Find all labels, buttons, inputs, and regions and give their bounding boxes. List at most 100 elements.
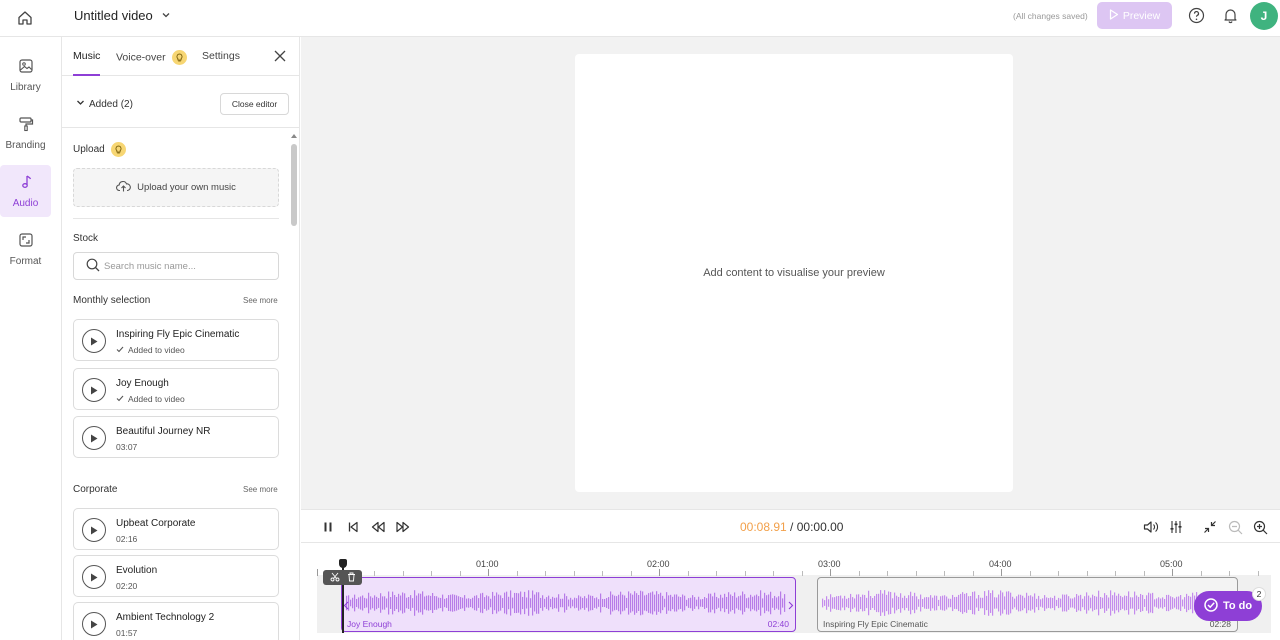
close-editor-button[interactable]: Close editor — [220, 93, 289, 115]
play-button[interactable] — [82, 565, 106, 589]
waveform-bar — [1166, 594, 1168, 612]
waveform-bar — [618, 594, 620, 612]
waveform-bar — [670, 594, 672, 612]
zoom-in-icon[interactable] — [1252, 519, 1268, 535]
fast-forward-icon[interactable] — [395, 519, 411, 535]
waveform-bar — [688, 598, 690, 608]
collapse-icon[interactable] — [1202, 519, 1218, 535]
waveform-bar — [980, 597, 982, 609]
waveform-bar — [974, 591, 976, 615]
waveform-bar — [560, 598, 562, 608]
track-item[interactable]: Inspiring Fly Epic Cinematic Added to vi… — [73, 319, 279, 361]
waveform-bar — [1192, 592, 1194, 614]
waveform-bar — [962, 592, 964, 614]
playhead-handle[interactable] — [339, 559, 347, 568]
waveform-bar — [1184, 597, 1186, 609]
waveform-bar — [1148, 592, 1150, 614]
rail-item-library[interactable]: Library — [0, 49, 51, 101]
track-status: Added to video — [116, 345, 185, 355]
bell-icon[interactable] — [1222, 7, 1239, 24]
chevron-right-icon[interactable] — [788, 598, 794, 613]
chevron-down-icon — [161, 8, 171, 23]
waveform-bar — [624, 595, 626, 611]
rail-item-branding[interactable]: Branding — [0, 107, 51, 159]
waveform-bar — [1048, 598, 1050, 608]
waveform-bar — [842, 598, 844, 608]
audio-clip-inspiring-fly[interactable]: Inspiring Fly Epic Cinematic 02:28 — [817, 577, 1238, 632]
waveform-bar — [1122, 597, 1124, 609]
play-button[interactable] — [82, 378, 106, 402]
preview-canvas[interactable]: Add content to visualise your preview — [575, 54, 1013, 492]
panel-scrollbar[interactable] — [291, 134, 297, 264]
timecode: 00:08.91 / 00:00.00 — [740, 520, 843, 534]
waveform-bar — [1084, 596, 1086, 610]
track-item[interactable]: Beautiful Journey NR 03:07 — [73, 416, 279, 458]
play-button[interactable] — [82, 518, 106, 542]
waveform-bar — [514, 592, 516, 614]
waveform-bar — [682, 594, 684, 612]
track-item[interactable]: Joy Enough Added to video — [73, 368, 279, 410]
scrollbar-thumb[interactable] — [291, 144, 297, 226]
see-more-link[interactable]: See more — [243, 296, 278, 305]
timeline-ruler[interactable]: 01:00 02:00 03:00 04:00 05:00 — [317, 543, 1271, 577]
audio-clip-joy-enough[interactable]: Joy Enough 02:40 — [341, 577, 796, 632]
waveform-bar — [478, 598, 480, 608]
waveform-bar — [534, 594, 536, 612]
rail-item-format[interactable]: Format — [0, 223, 51, 275]
tab-voice-over[interactable]: Voice-over — [116, 50, 187, 65]
waveform-bar — [512, 597, 514, 609]
help-icon[interactable] — [1188, 7, 1205, 24]
play-button[interactable] — [82, 426, 106, 450]
tab-settings[interactable]: Settings — [202, 50, 240, 62]
waveform-bar — [574, 597, 576, 609]
play-button[interactable] — [82, 329, 106, 353]
play-button[interactable] — [82, 612, 106, 636]
waveform-bar — [458, 596, 460, 610]
waveform-bar — [958, 594, 960, 612]
waveform-bar — [1040, 599, 1042, 607]
track-item[interactable]: Upbeat Corporate 02:16 — [73, 508, 279, 550]
waveform-bar — [1172, 597, 1174, 609]
waveform-bar — [990, 593, 992, 613]
waveform-bar — [496, 592, 498, 614]
track-item[interactable]: Evolution 02:20 — [73, 555, 279, 597]
rewind-icon[interactable] — [370, 519, 386, 535]
scissors-icon[interactable] — [330, 570, 340, 585]
avatar[interactable]: J — [1250, 2, 1278, 30]
volume-icon[interactable] — [1143, 519, 1159, 535]
waveform-bar — [950, 598, 952, 608]
trash-icon[interactable] — [347, 570, 356, 585]
preview-button[interactable]: Preview — [1097, 2, 1172, 29]
waveform-bar — [830, 594, 832, 612]
see-more-link[interactable]: See more — [243, 485, 278, 494]
play-icon — [90, 334, 98, 349]
section-title: Corporate — [73, 484, 118, 495]
waveform-bar — [684, 595, 686, 611]
waveform-bar — [540, 597, 542, 609]
ruler-tick — [1200, 571, 1202, 576]
waveform-bar — [1070, 598, 1072, 608]
waveform-bar — [824, 600, 826, 606]
home-icon[interactable] — [12, 6, 38, 30]
track-item[interactable]: Ambient Technology 2 01:57 — [73, 602, 279, 640]
added-toggle[interactable]: Added (2) — [76, 98, 133, 110]
pause-icon[interactable] — [320, 519, 336, 535]
waveform-bar — [422, 591, 424, 615]
close-icon[interactable] — [273, 49, 287, 63]
search-input[interactable] — [104, 260, 274, 272]
rail-item-audio[interactable]: Audio — [0, 165, 51, 217]
waveform-bar — [484, 597, 486, 609]
equalizer-icon[interactable] — [1168, 519, 1184, 535]
upload-music-button[interactable]: Upload your own music — [73, 168, 279, 207]
scroll-up-arrow-icon[interactable] — [291, 134, 297, 138]
waveform-bar — [404, 593, 406, 613]
tab-music[interactable]: Music — [73, 50, 100, 62]
skip-to-start-icon[interactable] — [345, 519, 361, 535]
waveform-bar — [614, 595, 616, 611]
waveform-bar — [726, 596, 728, 610]
added-section: Added (2) Close editor — [62, 76, 299, 128]
waveform-bar — [762, 598, 764, 608]
zoom-out-icon[interactable] — [1227, 519, 1243, 535]
video-title-dropdown[interactable]: Untitled video — [74, 8, 171, 23]
waveform-bar — [756, 594, 758, 612]
